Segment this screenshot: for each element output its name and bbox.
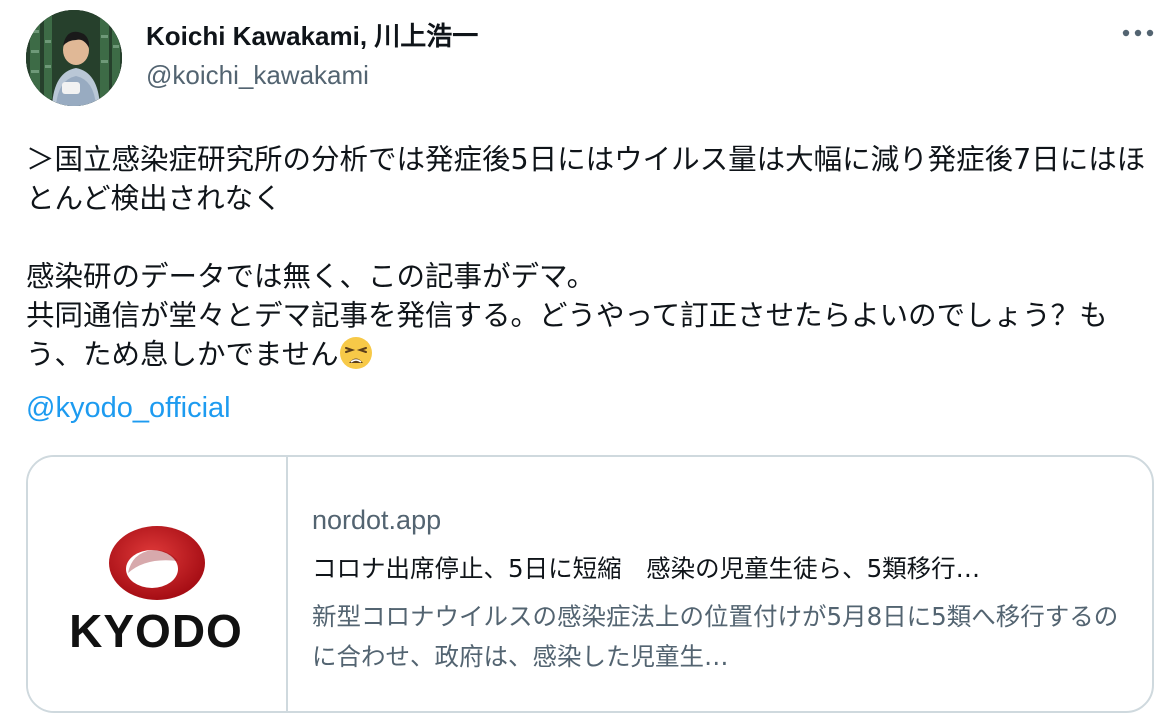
kyodo-logo-icon: KYODO <box>69 526 243 657</box>
card-domain: nordot.app <box>312 505 442 535</box>
kyodo-logo-text: KYODO <box>69 605 243 657</box>
user-handle[interactable]: @koichi_kawakami <box>146 60 369 91</box>
mention-link-kyodo[interactable]: @kyodo_official <box>26 392 231 425</box>
tweet-paragraph-quote: ＞国立感染症研究所の分析では発症後5日にはウイルス量は大幅に減り発症後7日にはほ… <box>26 143 1146 215</box>
card-title: コロナ出席停止、5日に短縮 感染の児童生徒ら、5類移行… <box>312 554 981 583</box>
link-card[interactable]: KYODO nordot.app コロナ出席停止、5日に短縮 感染の児童生徒ら、… <box>26 455 1154 713</box>
more-options-button[interactable] <box>1118 18 1158 48</box>
weary-face-icon <box>339 336 373 370</box>
tweet-line-kyodo: 共同通信が堂々とデマ記事を発信する。どうやって訂正させたらよいのでしょう？もう、… <box>26 296 1146 374</box>
card-body: nordot.app コロナ出席停止、5日に短縮 感染の児童生徒ら、5類移行… … <box>288 457 1132 711</box>
avatar[interactable] <box>26 10 122 106</box>
display-name[interactable]: Koichi Kawakami, 川上浩一 <box>146 16 478 53</box>
card-thumbnail: KYODO <box>28 457 288 711</box>
tweet-line-dema: 感染研のデータでは無く、この記事がデマ。 <box>26 260 596 293</box>
tweet-line-kyodo-text: 共同通信が堂々とデマ記事を発信する。どうやって訂正させたらよいのでしょう？もう、… <box>26 299 1108 371</box>
avatar-photo-icon <box>26 10 122 106</box>
tweet-text: ＞国立感染症研究所の分析では発症後5日にはウイルス量は大幅に減り発症後7日にはほ… <box>26 140 1146 374</box>
more-options-icon <box>1122 29 1154 37</box>
card-description: 新型コロナウイルスの感染症法上の位置付けが5月8日に5類へ移行するのに合わせ、政… <box>312 602 1119 671</box>
